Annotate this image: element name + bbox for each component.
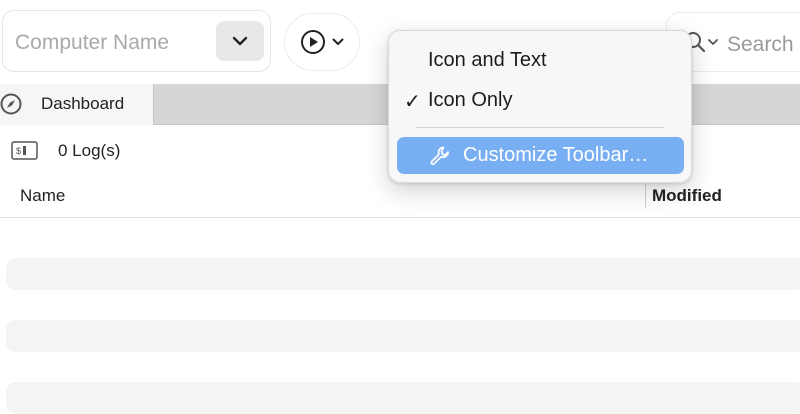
chevron-down-icon <box>232 36 248 46</box>
tab-dashboard[interactable]: Dashboard <box>0 84 154 125</box>
chevron-down-icon <box>332 38 344 45</box>
compass-icon <box>0 93 22 115</box>
play-circle-icon <box>301 30 325 54</box>
toolbar-context-menu: Icon and Text ✓ Icon Only Customize Tool… <box>388 30 692 183</box>
wrench-icon <box>430 146 449 166</box>
menu-item-icon-and-text[interactable]: Icon and Text <box>397 43 684 77</box>
column-header-name[interactable]: Name <box>20 186 65 206</box>
table-row <box>6 382 800 414</box>
checkmark-icon: ✓ <box>404 91 421 113</box>
log-count: 0 Log(s) <box>58 141 121 160</box>
computer-name-placeholder: Computer Name <box>15 31 170 54</box>
column-header-modified[interactable]: Modified <box>652 186 722 206</box>
run-menu-button[interactable] <box>284 13 360 71</box>
table-header: Name Modified <box>0 178 800 218</box>
tab-label: Dashboard <box>41 94 125 113</box>
menu-item-customize-toolbar[interactable]: Customize Toolbar… <box>397 137 684 174</box>
table-row <box>6 320 800 352</box>
svg-text:$: $ <box>16 146 21 156</box>
search-placeholder: Search <box>727 33 794 56</box>
computer-name-combobox[interactable]: Computer Name <box>2 10 271 72</box>
menu-separator <box>416 127 664 128</box>
log-file-icon: $ <box>11 141 38 160</box>
chevron-down-icon <box>708 38 718 45</box>
table-row <box>6 258 800 290</box>
menu-item-icon-only[interactable]: ✓ Icon Only <box>397 83 684 117</box>
computer-name-dropdown-button[interactable] <box>216 21 264 61</box>
menu-item-label: Icon and Text <box>428 49 547 71</box>
column-divider[interactable] <box>645 184 646 208</box>
menu-item-label: Icon Only <box>428 89 513 111</box>
menu-item-label: Customize Toolbar… <box>463 144 649 166</box>
